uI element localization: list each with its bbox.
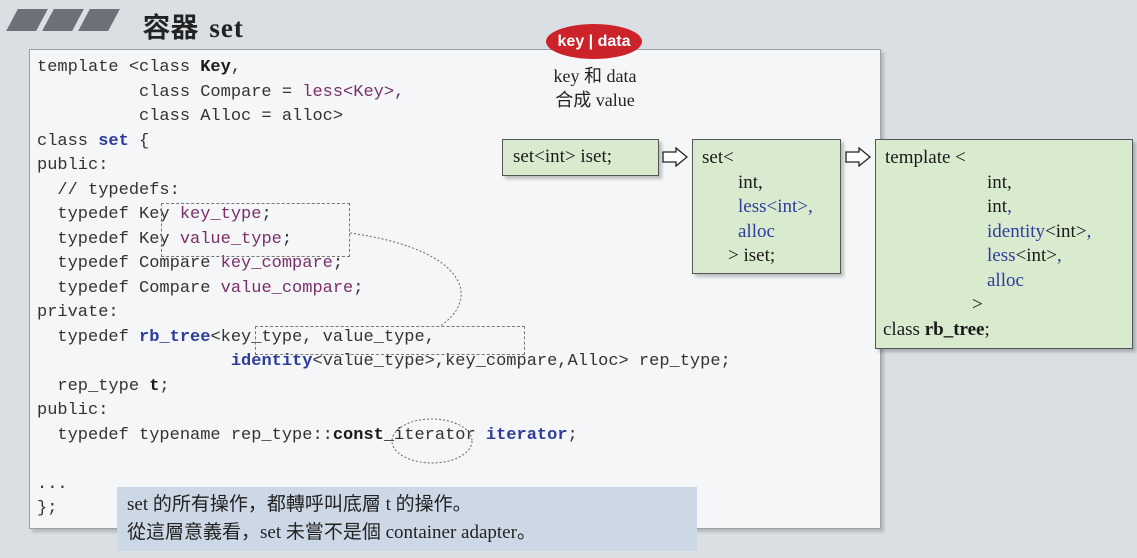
- badge-caption: key 和 data 合成 value: [553, 66, 637, 110]
- iset-declaration-box: set<int> iset;: [502, 139, 659, 176]
- set-expansion-box: set< int, less<int>, alloc > iset;: [692, 139, 841, 274]
- note-line-2: 從這層意義看，set 未嘗不是個 container adapter。: [127, 522, 536, 543]
- note-line-1: set 的所有操作，都轉呼叫底層 t 的操作。: [127, 494, 472, 515]
- arrow-right-icon: [845, 147, 871, 167]
- key-data-badge: key | data: [546, 24, 642, 59]
- explanation-note: set 的所有操作，都轉呼叫底層 t 的操作。 從這層意義看，set 未嘗不是個…: [117, 487, 697, 551]
- arrow-right-icon: [662, 147, 688, 167]
- rb-tree-expansion-box: template < int, int, identity<int>, less…: [875, 139, 1133, 349]
